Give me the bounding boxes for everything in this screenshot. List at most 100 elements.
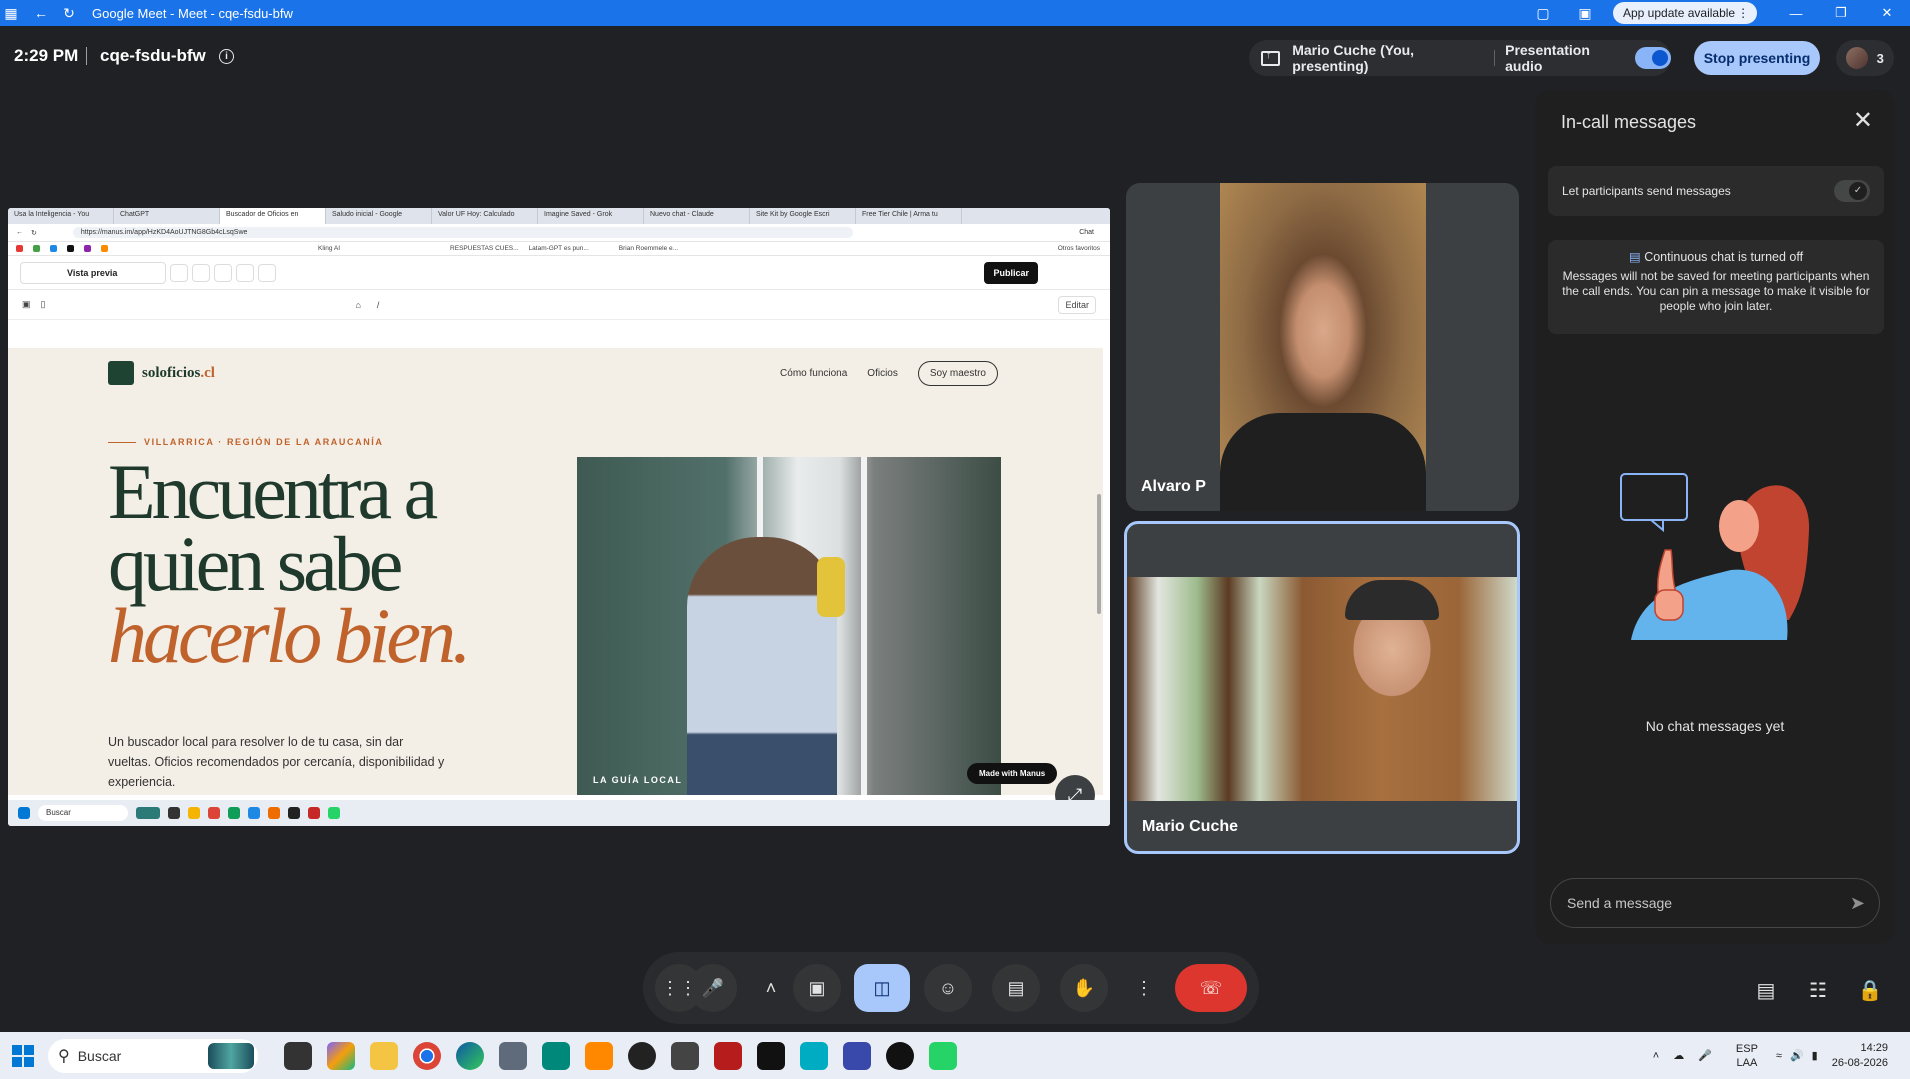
wifi-icon[interactable]: ≈ [1776,1050,1782,1062]
bookmark-icon[interactable] [67,245,74,252]
made-with-manus-badge[interactable]: Made with Manus [967,763,1058,784]
bookmark[interactable]: RESPUESTAS CUES... [450,245,519,252]
capcut-icon[interactable] [757,1041,785,1070]
leave-call-button[interactable]: ☏ [1175,964,1247,1012]
site-logo-text[interactable]: soloficios.cl [142,365,215,382]
google-meet-icon[interactable] [542,1041,570,1070]
participant-tile-self[interactable]: Mario Cuche [1124,521,1520,854]
back-arrow-icon[interactable]: ← [16,229,23,236]
app-icon[interactable] [671,1041,699,1070]
camera-status-icon[interactable]: ▢ [1532,2,1554,24]
people-button[interactable]: 3 [1836,40,1894,76]
stop-presenting-button[interactable]: Stop presenting [1694,41,1820,75]
chat-icon[interactable]: ▤ [1748,972,1784,1008]
close-window-button[interactable]: ✕ [1864,0,1910,26]
participant-tile[interactable]: Alvaro P [1126,183,1519,511]
network-status-icon[interactable]: ☁ [1673,1049,1684,1062]
extensions-icon[interactable]: ▣ [1574,2,1596,24]
reactions-button[interactable]: ☺ [924,964,972,1012]
windows-start-icon[interactable] [12,1044,34,1067]
captions-button[interactable]: ▤ [992,964,1040,1012]
activities-grid-icon[interactable]: ☷ [1800,972,1836,1008]
taskbar-clock[interactable]: 14:29 26-08-2026 [1832,1041,1888,1071]
reload-icon[interactable]: ↻ [31,229,37,237]
taskbar-search[interactable]: ⚲ Buscar [48,1038,258,1073]
bookmark-icon[interactable] [33,245,40,252]
send-message-input[interactable]: Send a message ➤ [1550,878,1880,928]
bookmark-folder[interactable]: Otros favoritos [1058,245,1100,252]
battery-icon[interactable]: ▮ [1812,1049,1818,1062]
browser-tab[interactable]: Saludo inicial - Google [326,208,432,224]
present-screen-button[interactable]: ◫ [854,964,910,1012]
browser-tab[interactable]: Nuevo chat - Claude [644,208,750,224]
camera-button[interactable]: ▣ [793,964,841,1012]
browser-tab[interactable]: Imagine Saved - Grok [538,208,644,224]
bookmark-icon[interactable] [50,245,57,252]
send-icon[interactable]: ➤ [1850,893,1865,914]
back-arrow-icon[interactable]: ← [30,2,52,24]
browser-tab[interactable]: Free Tier Chile | Arma tu [856,208,962,224]
bookmark-icon[interactable] [84,245,91,252]
mobile-icon[interactable]: ▯ [41,299,46,310]
copilot-icon[interactable] [327,1041,355,1070]
browser-tab[interactable]: Valor UF Hoy: Calculado [432,208,538,224]
microphone-icon[interactable]: 🎤 [1698,1049,1712,1062]
bookmark[interactable]: Latam-GPT es pun... [529,245,589,252]
camera-app-icon[interactable] [499,1041,527,1070]
more-options-button[interactable]: ⋮ [1126,964,1162,1012]
bookmark-icon[interactable] [101,245,108,252]
nav-link-oficios[interactable]: Oficios [867,368,898,379]
presentation-audio-toggle[interactable] [1634,47,1671,69]
app-icon [268,807,280,819]
url-field[interactable]: https://manus.im/app/HzKD4AoUJTNG8Gb4cLs… [72,227,853,238]
chevron-up-icon[interactable]: ˄ [1653,1050,1659,1062]
database-icon[interactable] [214,263,233,282]
preview-tab[interactable]: Vista previa [20,261,167,284]
code-view-icon[interactable] [170,263,189,282]
chat-button[interactable]: Chat [1079,229,1094,236]
home-icon[interactable]: ⌂ [355,300,360,310]
host-controls-lock-icon[interactable]: 🔒 [1852,972,1888,1008]
raise-hand-button[interactable]: ✋ [1060,964,1108,1012]
more-camera-options-chevron-up-icon[interactable]: ˄ [753,964,789,1012]
edit-button[interactable]: Editar [1058,295,1096,314]
browser-tab[interactable]: Usa la Inteligencia - You [8,208,114,224]
davinci-icon[interactable] [714,1041,742,1070]
desktop-icon[interactable]: ▣ [22,299,31,310]
soy-maestro-button[interactable]: Soy maestro [917,360,998,386]
bookmark-icon[interactable] [16,245,23,252]
chrome-icon[interactable] [413,1041,441,1070]
preview-path: / [376,299,380,310]
bookmark[interactable]: Kling AI [318,245,340,252]
edge-icon[interactable] [456,1041,484,1070]
file-explorer-icon[interactable] [370,1041,398,1070]
settings-icon[interactable] [258,263,277,282]
minimize-button[interactable]: — [1773,0,1819,26]
maximize-button[interactable]: ❐ [1818,0,1864,26]
nav-link-como-funciona[interactable]: Cómo funciona [780,368,847,379]
volume-icon[interactable]: 🔊 [1790,1049,1804,1062]
lock-icon[interactable] [236,263,255,282]
chatgpt-icon[interactable] [886,1041,914,1070]
publish-button[interactable]: Publicar [984,261,1038,284]
browser-tab[interactable]: Site Kit by Google Escri [750,208,856,224]
language-indicator[interactable]: ESP LAA [1736,1042,1758,1070]
window-title: Google Meet - Meet - cqe-fsdu-bfw [92,5,293,21]
microphone-button[interactable]: 🎤 [689,964,737,1012]
obs-icon[interactable] [628,1041,656,1070]
vlc-icon[interactable] [585,1041,613,1070]
app-icon[interactable] [800,1041,828,1070]
scrollbar[interactable] [1097,494,1101,614]
let-send-toggle[interactable] [1834,180,1870,202]
close-icon[interactable]: ✕ [1853,106,1873,135]
bookmark[interactable]: Brian Roemmele e... [619,245,678,252]
meeting-info-icon[interactable]: i [219,49,234,64]
app-update-button[interactable]: App update available ⋮ [1613,2,1758,24]
task-view-icon[interactable] [284,1041,312,1070]
browser-tab[interactable]: ChatGPT [114,208,220,224]
whatsapp-icon[interactable] [929,1041,957,1070]
reload-icon[interactable]: ↻ [58,2,80,24]
browser-tab[interactable]: Buscador de Oficios en [220,208,326,224]
history-icon[interactable] [192,263,211,282]
app-icon[interactable] [843,1041,871,1070]
